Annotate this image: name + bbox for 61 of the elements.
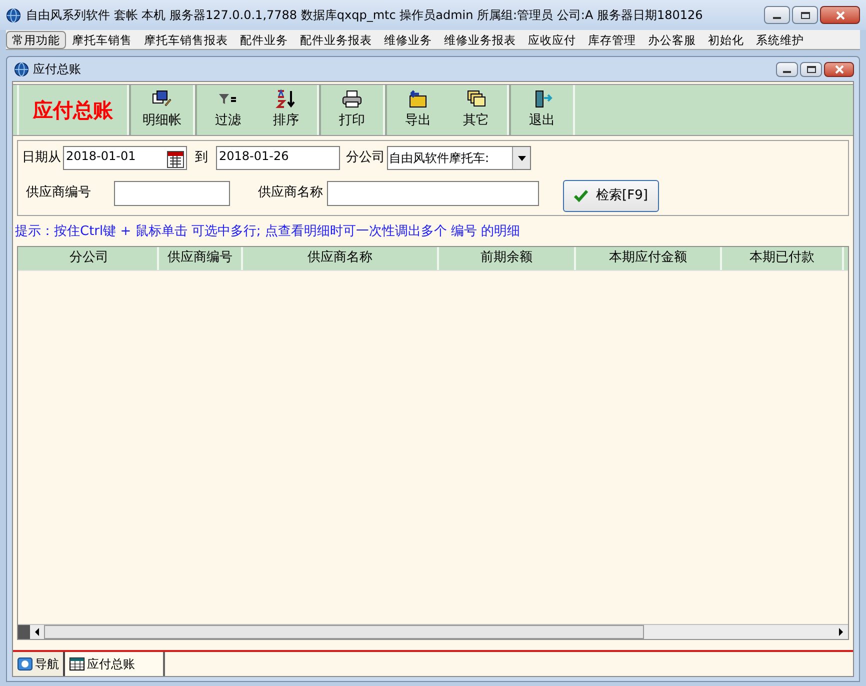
- toolbar-button[interactable]: 其它: [447, 85, 505, 135]
- menu-item[interactable]: 初始化: [702, 30, 750, 48]
- toolbar-button[interactable]: 导出: [389, 85, 447, 135]
- stacked-windows-icon: [465, 89, 487, 110]
- close-icon: [834, 64, 844, 74]
- globe-icon: [14, 62, 29, 76]
- child-window-title: 应付总账: [33, 61, 82, 78]
- menu-item[interactable]: 配件业务报表: [294, 30, 378, 48]
- scrollbar-thumb[interactable]: [44, 625, 644, 639]
- minimize-button[interactable]: [776, 62, 798, 76]
- menu-item[interactable]: 摩托车销售: [66, 30, 138, 48]
- date-field[interactable]: 2018-01-26: [216, 146, 340, 170]
- calendar-icon: [167, 151, 184, 168]
- date-field[interactable]: 2018-01-01: [63, 146, 187, 170]
- window-title: 自由风系列软件 套帐 本机 服务器127.0.0.1,7788 数据库qxqp_mtc 操作员admin 所属组:管理员 公司:A 服务器日期180126: [26, 7, 704, 24]
- toolbar-button[interactable]: 排序: [257, 85, 315, 135]
- toolbar-button[interactable]: 退出: [513, 85, 571, 135]
- toolbar-button[interactable]: 打印: [323, 85, 381, 135]
- scrollbar-corner: [18, 625, 30, 639]
- menu-item[interactable]: 摩托车销售报表: [138, 30, 234, 48]
- menu-item[interactable]: 配件业务: [234, 30, 294, 48]
- field-label: 分公司: [345, 149, 385, 168]
- column-header[interactable]: 分公司: [21, 246, 159, 270]
- menu-item[interactable]: 库存管理: [582, 30, 642, 48]
- column-header[interactable]: 前期余额: [439, 246, 576, 270]
- field-label: 供应商名称: [257, 184, 324, 202]
- field-label: 供应商编号: [25, 184, 92, 202]
- column-header[interactable]: 本期应付金额: [576, 246, 722, 270]
- toolbar-button[interactable]: 过滤: [199, 85, 257, 135]
- module-heading: 应付总账: [33, 97, 113, 124]
- menu-item[interactable]: 维修业务报表: [438, 30, 522, 48]
- supplier-code-field[interactable]: [114, 180, 230, 206]
- table-icon: [69, 657, 85, 671]
- search-button[interactable]: 检索[F9]: [563, 180, 659, 212]
- branch-dropdown[interactable]: 自由风软件摩托车:: [387, 146, 531, 170]
- close-button[interactable]: [820, 6, 860, 24]
- close-button[interactable]: [824, 62, 854, 76]
- menu-item[interactable]: 系统维护: [750, 30, 810, 48]
- close-icon: [836, 10, 844, 20]
- sort-icon: [275, 89, 297, 110]
- menu-item[interactable]: 办公客服: [642, 30, 702, 48]
- field-label: 日期从: [22, 149, 61, 168]
- printer-icon: [341, 89, 363, 110]
- field-label: 到: [194, 149, 209, 168]
- column-header[interactable]: 供应商名称: [243, 246, 439, 270]
- menu-item[interactable]: 应收应付: [522, 30, 582, 48]
- menu-item[interactable]: 维修业务: [378, 30, 438, 48]
- hint-text: 提示：按住Ctrl键 + 鼠标单击 可选中多行; 点查看明细时可一次性调出多个 编号 的明细: [14, 223, 522, 241]
- menu-item[interactable]: 常用功能: [6, 30, 66, 48]
- toolbar-button[interactable]: 明细帐: [133, 85, 191, 135]
- maximize-button[interactable]: [792, 6, 818, 24]
- supplier-name-field[interactable]: [327, 180, 539, 206]
- minimize-button[interactable]: [764, 6, 790, 24]
- maximize-button[interactable]: [800, 62, 822, 76]
- globe-icon: [6, 8, 21, 22]
- checkmark-icon: [574, 190, 588, 202]
- folder-arrow-icon: [407, 89, 429, 110]
- column-header[interactable]: 本期已付款: [722, 246, 844, 270]
- window-tab[interactable]: 导航: [13, 652, 65, 676]
- column-header[interactable]: 供应商编号: [159, 246, 243, 270]
- window-tab[interactable]: 应付总账: [65, 652, 165, 676]
